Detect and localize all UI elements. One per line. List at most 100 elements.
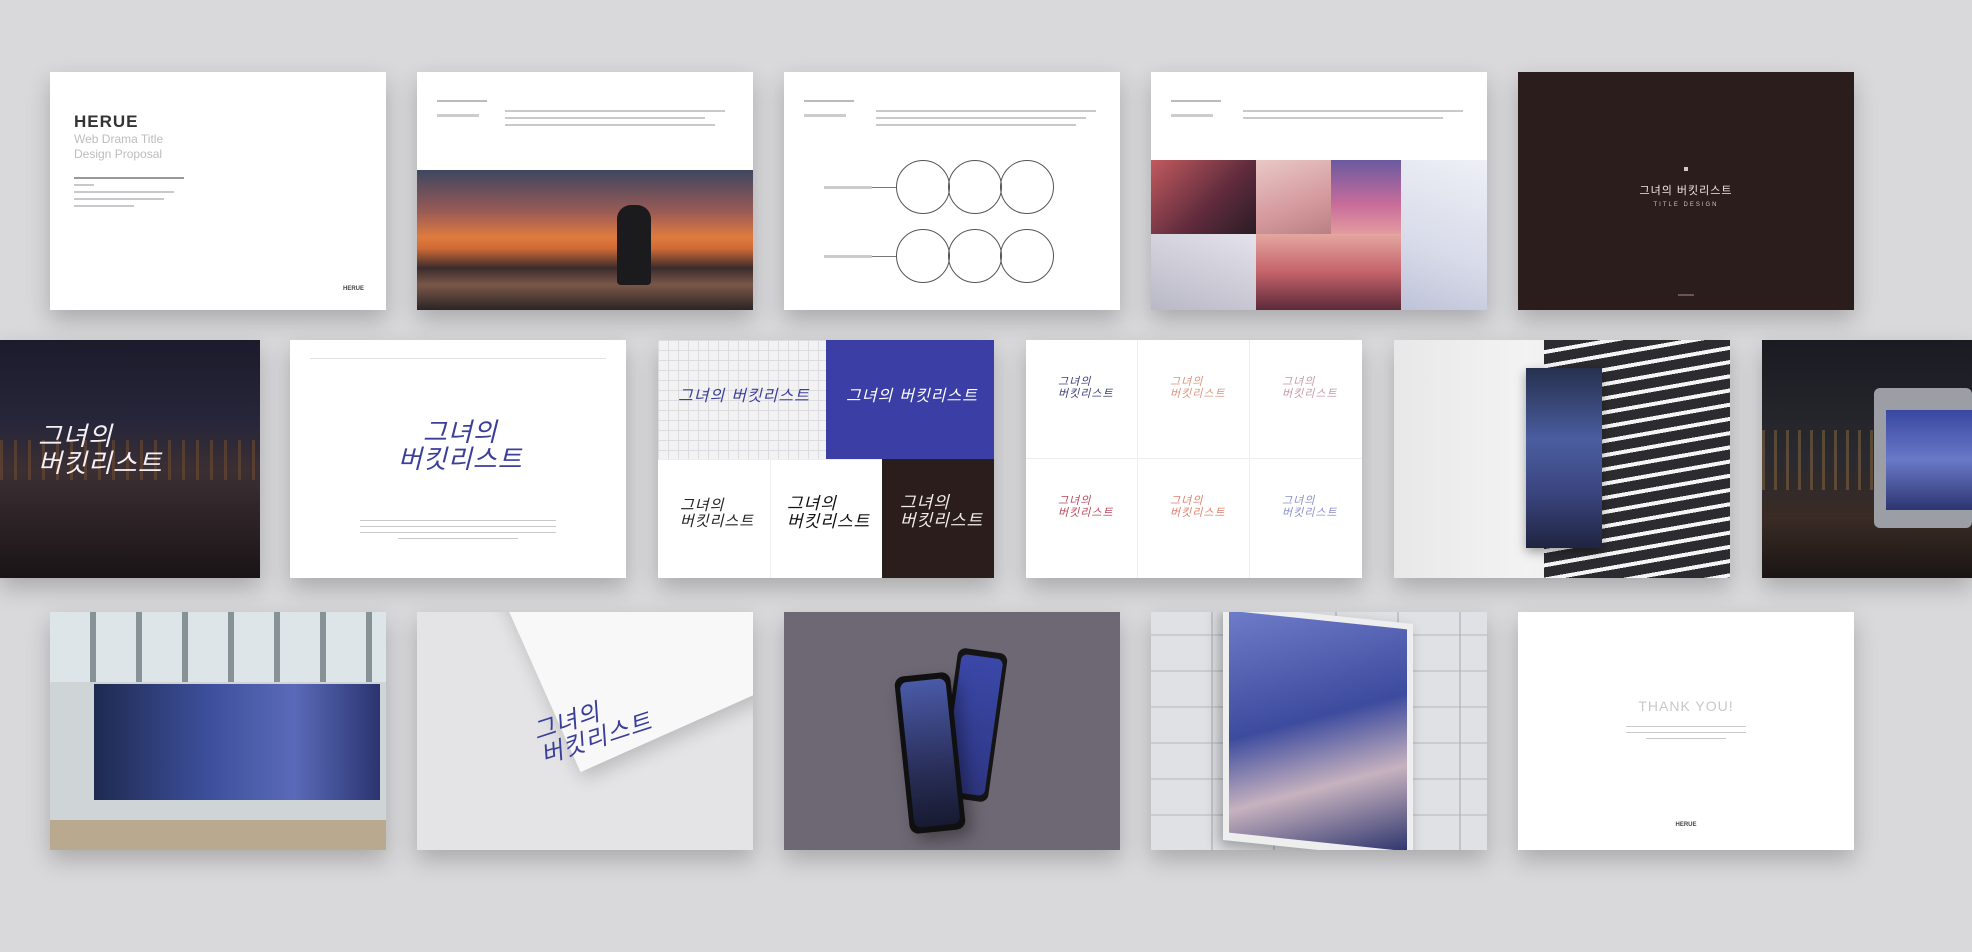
section-label <box>804 114 846 117</box>
logo-line2: 버킷리스트 <box>1282 505 1338 519</box>
mood-photo-paper <box>1151 234 1256 310</box>
logo-description <box>360 520 556 544</box>
slide-night-city[interactable]: 그녀의 버킷리스트 <box>0 340 260 578</box>
slide-concept-sunset[interactable] <box>417 72 753 310</box>
couple-silhouette <box>617 205 651 285</box>
slide-mockup-paper[interactable]: 그녀의 버킷리스트 <box>417 612 753 850</box>
logo-line2: 버킷리스트 <box>1058 386 1114 400</box>
logo-line2: 버킷리스트 <box>680 511 755 530</box>
logo-oneline: 그녀의 버킷리스트 <box>678 386 810 405</box>
header-rule <box>804 100 854 102</box>
logo-color-rose: 그녀의 버킷리스트 <box>1282 376 1338 399</box>
slide-moodboard[interactable] <box>1151 72 1487 310</box>
logo-line2: 버킷리스트 <box>398 445 523 476</box>
logo-stacked-light: 그녀의 버킷리스트 <box>900 494 984 531</box>
body-text <box>1243 110 1463 124</box>
slide-color-variations[interactable]: 그녀의 버킷리스트 그녀의 버킷리스트 그녀의 버킷리스트 그녀의 버킷리스트 그녀의 버… <box>1026 340 1362 578</box>
slide-concept-diagram[interactable] <box>784 72 1120 310</box>
logo-line1: 그녀의 <box>1282 494 1316 507</box>
mood-photo-hands <box>1256 160 1331 234</box>
slide-mockup-banner[interactable] <box>1394 340 1730 578</box>
color-cell: 그녀의 버킷리스트 <box>1138 459 1250 578</box>
logo-stacked-dark: 그녀의 버킷리스트 <box>680 497 755 530</box>
color-cell: 그녀의 버킷리스트 <box>1250 459 1362 578</box>
color-cell: 그녀의 버킷리스트 <box>1026 459 1138 578</box>
slide-logo-variations[interactable]: 그녀의 버킷리스트 그녀의 버킷리스트 그녀의 버킷리스트 그녀의 버킷리스트 … <box>658 340 994 578</box>
slide-main-logo[interactable]: 그녀의 버킷리스트 <box>290 340 626 578</box>
title-korean: 그녀의 버킷리스트 <box>1639 185 1733 197</box>
mood-photo-couple <box>1151 160 1256 234</box>
diagram-circle <box>896 229 950 283</box>
mood-photo-notebook <box>1401 160 1487 310</box>
variation-white-cell-2: 그녀의 버킷리스트 <box>770 459 882 578</box>
connector-2 <box>872 256 896 257</box>
logo-on-night: 그녀의 버킷리스트 <box>38 422 163 479</box>
logo-line1: 그녀의 <box>1058 375 1092 388</box>
variation-blue-cell: 그녀의 버킷리스트 <box>826 340 994 459</box>
color-cell: 그녀의 버킷리스트 <box>1138 340 1250 459</box>
mood-photo-bicycle <box>1256 234 1401 310</box>
cover-body-text <box>74 177 194 212</box>
logo-line2: 버킷리스트 <box>787 511 871 532</box>
color-cell: 그녀의 버킷리스트 <box>1026 340 1138 459</box>
logo-line2: 버킷리스트 <box>1282 386 1338 400</box>
diagram-circle <box>896 160 950 214</box>
diagram-row-label-2 <box>824 255 872 258</box>
logo-line1: 그녀의 <box>1058 494 1092 507</box>
logo-line2: 버킷리스트 <box>900 510 984 531</box>
hanging-banner <box>1526 368 1602 548</box>
body-text <box>505 110 725 131</box>
logo-line1: 그녀의 <box>1170 375 1204 388</box>
variation-grid-cell: 그녀의 버킷리스트 <box>658 340 826 459</box>
slide-mockup-night-billboard[interactable] <box>1762 340 1972 578</box>
header-rule <box>310 358 606 359</box>
logo-line1: 그녀의 <box>422 418 498 448</box>
header-rule <box>1171 100 1221 102</box>
building-windows <box>50 612 386 682</box>
building-base <box>50 820 386 850</box>
diagram-circle <box>948 160 1002 214</box>
section-label <box>1171 114 1213 117</box>
slide-mockup-phones[interactable] <box>784 612 1120 850</box>
billboard-screen <box>1886 410 1972 510</box>
cover-footer-logo: HERUE <box>342 286 364 292</box>
logo-oneline-white: 그녀의 버킷리스트 <box>846 386 978 405</box>
diagram-circle <box>1000 229 1054 283</box>
logo-line2: 버킷리스트 <box>1058 505 1114 519</box>
title-subtitle: TITLE DESIGN <box>1653 202 1719 208</box>
diagram-circle <box>948 229 1002 283</box>
cover-brand: HERUE <box>74 112 139 131</box>
diagram-circle <box>1000 160 1054 214</box>
color-cell: 그녀의 버킷리스트 <box>1250 340 1362 459</box>
logo-color-coral: 그녀의 버킷리스트 <box>1170 495 1226 518</box>
slide-title-design[interactable]: 그녀의 버킷리스트 TITLE DESIGN <box>1518 72 1854 310</box>
main-logo: 그녀의 버킷리스트 <box>398 418 523 476</box>
thank-you-heading: THANK YOU! <box>1638 698 1734 714</box>
variation-dark-cell: 그녀의 버킷리스트 <box>882 459 994 578</box>
poster-image <box>1229 612 1407 850</box>
slide-mockup-building-screen[interactable] <box>50 612 386 850</box>
diagram-row-label-1 <box>824 186 872 189</box>
cover-title-line1: Web Drama Title <box>74 132 164 146</box>
mood-photo-sky <box>1331 160 1401 234</box>
logo-line1: 그녀의 <box>1170 494 1204 507</box>
cover-title-line2: Design Proposal <box>74 147 163 161</box>
slide-mockup-wall-poster[interactable] <box>1151 612 1487 850</box>
slide-thank-you[interactable]: THANK YOU! HERUE <box>1518 612 1854 850</box>
thank-you-body <box>1626 726 1746 744</box>
logo-line1: 그녀의 <box>1282 375 1316 388</box>
sunset-photo <box>417 170 753 310</box>
logo-line1: 그녀의 <box>38 422 113 452</box>
title-dot <box>1684 167 1688 171</box>
logo-color-peach: 그녀의 버킷리스트 <box>1170 376 1226 399</box>
logo-color-navy: 그녀의 버킷리스트 <box>1058 376 1114 399</box>
thank-you-footer-logo: HERUE <box>1675 822 1697 828</box>
logo-line2: 버킷리스트 <box>1170 505 1226 519</box>
slide-cover[interactable]: HERUE Web Drama Title Design Proposal HE… <box>50 72 386 310</box>
variation-white-cell-1: 그녀의 버킷리스트 <box>658 459 770 578</box>
logo-color-red: 그녀의 버킷리스트 <box>1058 495 1114 518</box>
footer-mark <box>1678 294 1694 296</box>
connector-1 <box>872 187 896 188</box>
logo-color-lavender: 그녀의 버킷리스트 <box>1282 495 1338 518</box>
led-screen <box>94 684 380 800</box>
